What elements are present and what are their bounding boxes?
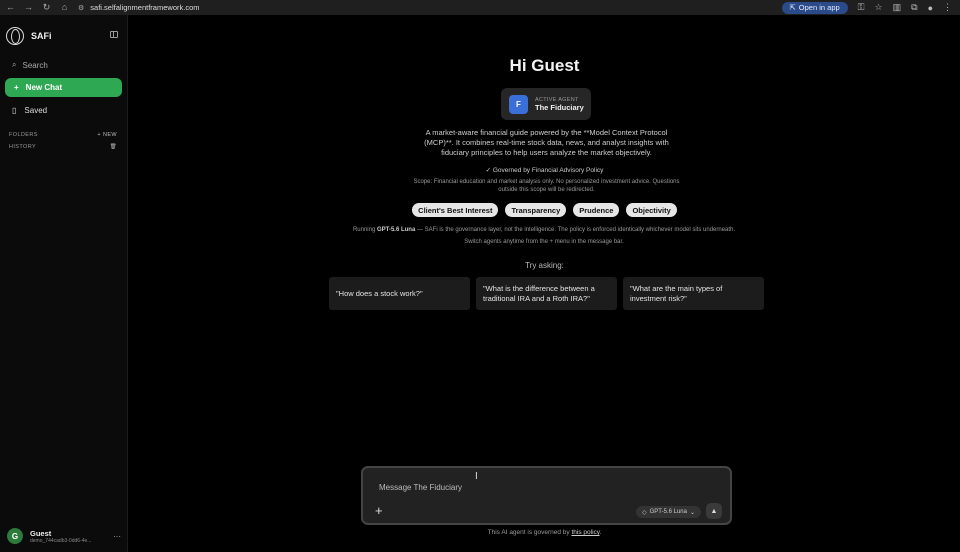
search-label: Search [22, 60, 48, 70]
sidebar: SAFi ⌕ Search + New Chat ▯ Saved FOLDERS… [0, 15, 128, 552]
user-id: demo_744cadb3-0dd6-4e... [30, 537, 92, 544]
running-model-info: Running GPT-5.6 Luna — SAFi is the gover… [352, 227, 736, 245]
address-bar[interactable]: ⚙ safi.selfalignmentframework.com [78, 2, 200, 14]
saved-item[interactable]: ▯ Saved [12, 106, 47, 115]
policy-link[interactable]: this policy [571, 529, 599, 536]
scope-text: Scope: Financial education and market an… [413, 179, 680, 193]
bookmark-icon: ▯ [12, 106, 17, 115]
try-asking-label: Try asking: [525, 261, 564, 270]
more-options-icon[interactable]: ··· [113, 532, 121, 541]
search-button[interactable]: ⌕ Search [12, 60, 48, 70]
agent-description: A market-aware financial guide powered b… [424, 128, 669, 157]
app-logo[interactable]: SAFi [6, 27, 52, 45]
folders-section: FOLDERS + NEW [9, 132, 117, 138]
site-info-icon[interactable]: ⚙ [78, 4, 84, 12]
suggestion-card[interactable]: "How does a stock work?" [329, 277, 470, 310]
search-icon: ⌕ [12, 60, 17, 69]
send-button[interactable]: ▲ [706, 503, 722, 519]
value-pill: Transparency [505, 203, 567, 217]
sidebar-panel-icon[interactable]: ▥ [893, 2, 902, 13]
suggestion-cards: "How does a stock work?" "What is the di… [329, 277, 764, 310]
message-composer: + ◇ GPT-5.6 Luna ⌄ ▲ [361, 466, 732, 525]
bookmark-star-icon[interactable]: ☆ [875, 2, 883, 13]
add-menu-icon[interactable]: + [375, 504, 383, 517]
history-section: HISTORY 🗑 [9, 144, 117, 150]
browser-nav: ← → ↻ ⌂ [0, 2, 78, 13]
browser-menu-icon[interactable]: ⋮ [943, 2, 952, 13]
history-label: HISTORY [9, 144, 37, 150]
policy-footer: This AI agent is governed by this policy… [487, 529, 602, 536]
home-icon[interactable]: ⌂ [60, 2, 69, 13]
governed-by-text: Governed by Financial Advisory Policy [492, 167, 604, 174]
chevron-down-icon: ⌄ [689, 509, 696, 516]
reload-icon[interactable]: ↻ [42, 2, 51, 13]
model-name: GPT-5.6 Luna [376, 227, 416, 233]
back-icon[interactable]: ← [6, 2, 15, 13]
agent-avatar: F [509, 94, 528, 114]
folders-label: FOLDERS [9, 132, 38, 138]
extensions-icon[interactable]: ⧉ [911, 2, 917, 13]
new-folder-button[interactable]: + NEW [97, 132, 117, 138]
model-selector-label: GPT-5.6 Luna [649, 509, 687, 515]
value-pill: Objectivity [626, 203, 677, 217]
active-agent-card[interactable]: F ACTIVE AGENT The Fiduciary [501, 88, 591, 120]
open-app-icon: ⇱ [789, 3, 796, 12]
new-chat-label: New Chat [25, 83, 63, 92]
new-chat-button[interactable]: + New Chat [5, 78, 122, 97]
user-profile[interactable]: G Guest demo_744cadb3-0dd6-4e... ··· [7, 528, 121, 544]
browser-toolbar: ← → ↻ ⌂ ⚙ safi.selfalignmentframework.co… [0, 0, 960, 15]
trash-icon[interactable]: 🗑 [110, 144, 117, 150]
agent-name: The Fiduciary [535, 102, 584, 112]
safi-logo-icon [6, 27, 24, 45]
send-icon: ▲ [710, 507, 718, 515]
values-pills: Client's Best Interest Transparency Prud… [129, 203, 960, 217]
active-agent-label: ACTIVE AGENT [535, 96, 579, 103]
app-name: SAFi [31, 31, 52, 41]
main-content: Hi Guest F ACTIVE AGENT The Fiduciary A … [129, 15, 960, 552]
user-name: Guest [30, 528, 52, 538]
model-icon: ◇ [642, 509, 647, 516]
greeting-title: Hi Guest [509, 56, 580, 75]
suggestion-card[interactable]: "What is the difference between a tradit… [476, 277, 617, 310]
profile-icon[interactable]: ● [928, 3, 933, 13]
model-selector[interactable]: ◇ GPT-5.6 Luna ⌄ [636, 506, 702, 518]
plus-icon: + [14, 83, 19, 92]
forward-icon[interactable]: → [24, 2, 33, 13]
governance-line: ✓ Governed by Financial Advisory Policy [129, 166, 960, 174]
text-cursor-icon: I [475, 471, 478, 482]
password-key-icon[interactable]: ⚿ [858, 2, 865, 13]
avatar: G [7, 528, 23, 544]
message-input[interactable] [379, 481, 709, 493]
value-pill: Prudence [573, 203, 620, 217]
suggestion-card[interactable]: "What are the main types of investment r… [623, 277, 764, 310]
saved-label: Saved [24, 106, 48, 115]
collapse-sidebar-icon[interactable] [110, 31, 118, 38]
check-circle-icon: ✓ [485, 167, 492, 174]
value-pill: Client's Best Interest [412, 203, 499, 217]
open-in-app-button[interactable]: ⇱ Open in app [781, 1, 848, 14]
url-text: safi.selfalignmentframework.com [90, 3, 200, 12]
